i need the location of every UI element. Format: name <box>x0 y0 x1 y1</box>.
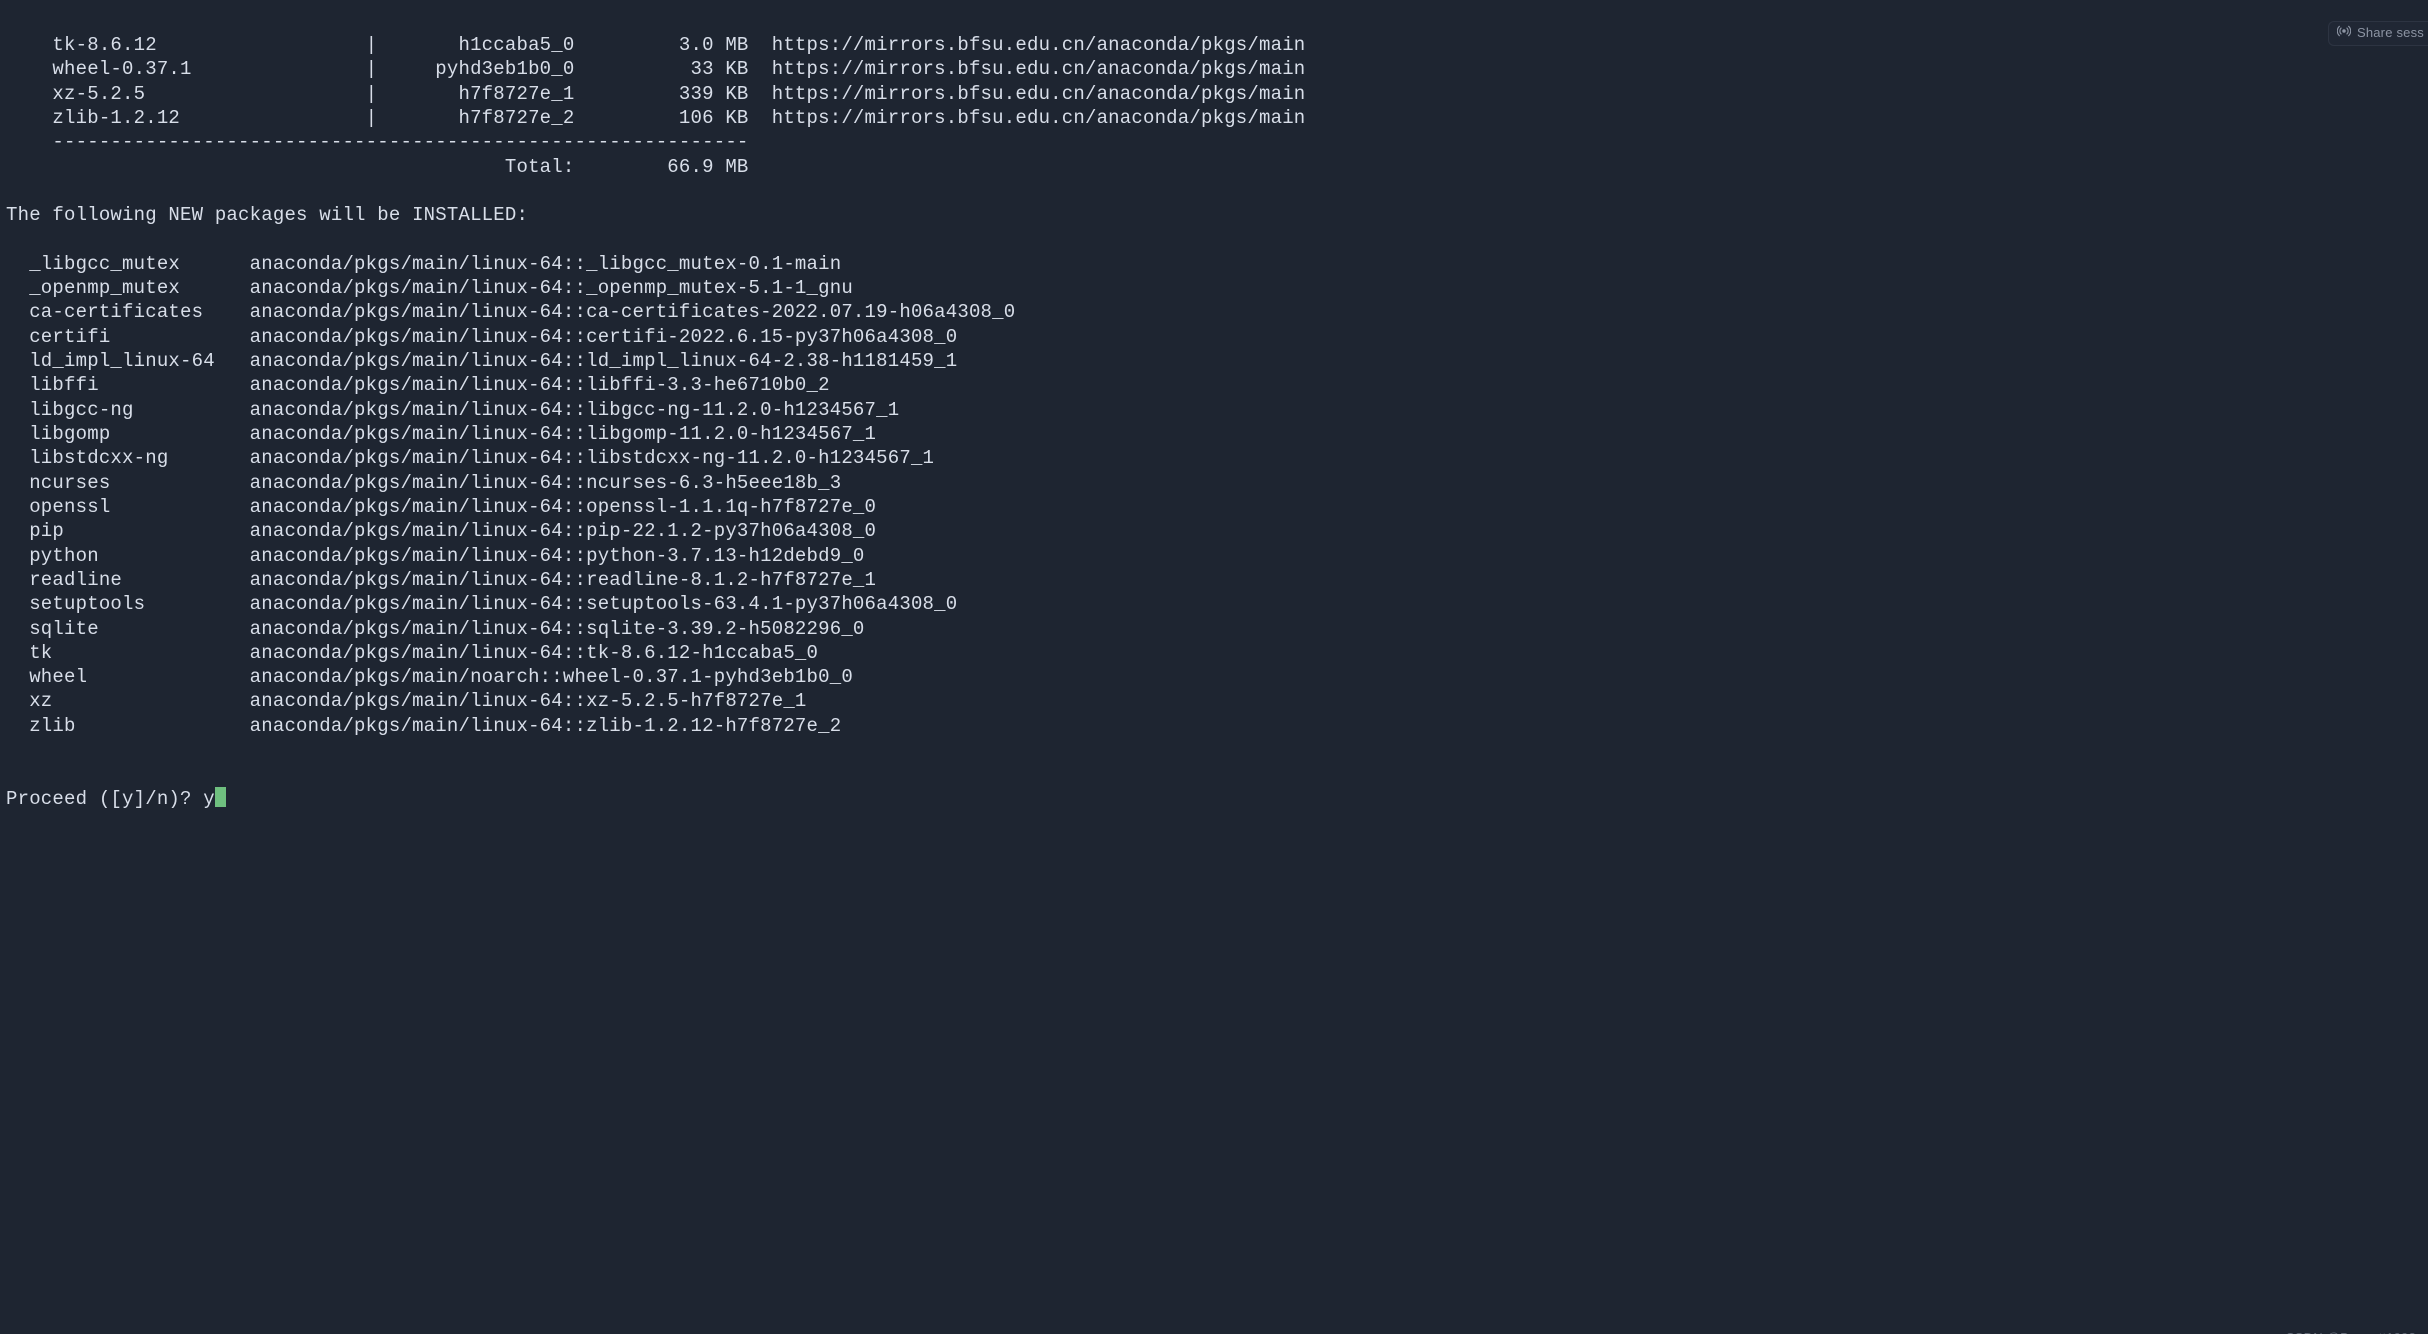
watermark-text: CSDN @Bennett1998 <box>2285 1330 2416 1334</box>
broadcast-icon <box>2337 24 2351 43</box>
proceed-prompt[interactable]: Proceed ([y]/n)? <box>6 788 203 810</box>
terminal-output[interactable]: tk-8.6.12 | h1ccaba5_0 3.0 MB https://mi… <box>0 19 2428 817</box>
terminal-cursor <box>215 787 226 807</box>
proceed-answer[interactable]: y <box>203 788 215 810</box>
share-session-button[interactable]: Share sess <box>2328 21 2428 46</box>
share-session-label: Share sess <box>2357 25 2424 42</box>
